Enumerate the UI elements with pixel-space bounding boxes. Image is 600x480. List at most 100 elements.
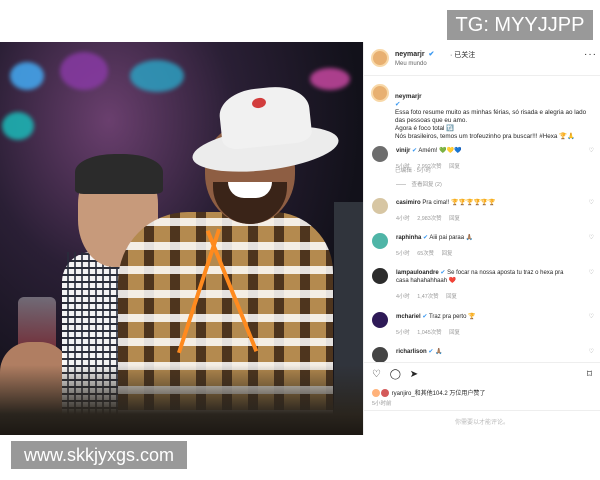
avatar[interactable] bbox=[371, 84, 389, 102]
caption-username[interactable]: neymarjr bbox=[395, 93, 422, 100]
avatar[interactable] bbox=[371, 49, 389, 67]
comment-icon[interactable]: ◯ bbox=[390, 369, 401, 380]
commenter-username[interactable]: mchariel bbox=[396, 314, 421, 320]
comment-likes[interactable]: 65次赞 bbox=[417, 251, 434, 257]
comment-item: richarlison ✔ 🙏🏽 ♡ bbox=[364, 347, 600, 363]
verified-icon: ✔ bbox=[440, 270, 446, 276]
comment-time: 5小时 bbox=[396, 251, 410, 257]
comment-meta: 5小时 2,992次赞 回复 bbox=[396, 162, 460, 170]
comment-time: 4小时 bbox=[396, 216, 410, 222]
bokeh-light bbox=[10, 62, 44, 90]
commenter-username[interactable]: vinijr bbox=[396, 148, 410, 154]
caption-body: Essa foto resume muito as minhas férias,… bbox=[395, 109, 587, 140]
heart-icon[interactable]: ♡ bbox=[589, 234, 594, 241]
commenter-avatar[interactable] bbox=[372, 268, 388, 284]
comment-text: mchariel ✔ Traz pra perto 🏆 bbox=[396, 313, 576, 321]
commenter-username[interactable]: lampauloandre bbox=[396, 270, 439, 276]
comment-meta: 4小时 1,47次赞 回复 bbox=[396, 292, 457, 300]
comment-item: mchariel ✔ Traz pra perto 🏆 5小时 1,045次赞 … bbox=[364, 312, 600, 342]
likes-text[interactable]: ryanjiro_和其他104.2 万位用户赞了 bbox=[392, 391, 486, 397]
post-sidebar: neymarjr ✔ · 已关注 Meu mundo ··· neymarjr … bbox=[363, 42, 600, 435]
comment-time: 5小时 bbox=[396, 164, 410, 170]
heart-icon[interactable]: ♡ bbox=[589, 313, 594, 320]
caption-text: neymarjr ✔ Essa foto resume muito as min… bbox=[395, 85, 591, 141]
commenter-avatar[interactable] bbox=[372, 233, 388, 249]
comment-body: Amém! 💚💛💙 bbox=[418, 148, 462, 154]
save-icon[interactable]: ⌑ bbox=[587, 369, 592, 380]
photo-shadow bbox=[0, 365, 363, 435]
white-hat bbox=[217, 83, 313, 151]
post-photo bbox=[0, 42, 363, 435]
comment-body: Aiii pai paraa 🙏🏽 bbox=[429, 235, 474, 241]
post-time: 5小时前 bbox=[372, 401, 392, 407]
commenter-avatar[interactable] bbox=[372, 198, 388, 214]
post-actions: ♡ ◯ ➤ ⌑ ryanjiro_和其他104.2 万位用户赞了 5小时前 bbox=[364, 362, 600, 410]
commenter-avatar[interactable] bbox=[372, 347, 388, 363]
commenter-avatar[interactable] bbox=[372, 312, 388, 328]
comment-meta: 5小时 65次赞 回复 bbox=[396, 249, 452, 257]
likes-summary[interactable]: ryanjiro_和其他104.2 万位用户赞了 bbox=[372, 388, 486, 398]
commenter-avatar[interactable] bbox=[372, 146, 388, 162]
verified-icon: ✔ bbox=[395, 101, 401, 108]
heart-icon[interactable]: ♡ bbox=[589, 348, 594, 355]
comment-item: raphinha ✔ Aiii pai paraa 🙏🏽 5小时 65次赞 回复… bbox=[364, 233, 600, 263]
comment-item: lampauloandre ✔ Se focar na nossa aposta… bbox=[364, 268, 600, 304]
comment-time: 5小时 bbox=[396, 330, 410, 336]
comment-meta: 4小时 2,983次赞 回复 bbox=[396, 214, 460, 222]
comment-text: raphinha ✔ Aiii pai paraa 🙏🏽 bbox=[396, 234, 576, 242]
comment-body: Pra cima!! 🏆🏆🏆🏆🏆🏆 bbox=[422, 200, 496, 206]
add-comment-bar[interactable]: 你需要以才能评论。 bbox=[364, 410, 600, 435]
comment-body: 🙏🏽 bbox=[435, 349, 443, 355]
reply-link[interactable]: 回复 bbox=[449, 164, 460, 170]
watermark-top-right: TG: MYYJJPP bbox=[447, 10, 593, 40]
post-header: neymarjr ✔ · 已关注 Meu mundo ··· bbox=[364, 42, 600, 76]
share-icon[interactable]: ➤ bbox=[410, 369, 418, 380]
follow-status[interactable]: · 已关注 bbox=[450, 50, 475, 60]
bokeh-light bbox=[60, 52, 108, 90]
comment-text: casimiro Pra cima!! 🏆🏆🏆🏆🏆🏆 bbox=[396, 199, 576, 207]
liker-avatar bbox=[381, 389, 389, 398]
post-username[interactable]: neymarjr ✔ bbox=[395, 50, 434, 58]
replies-label[interactable]: 查看回复 (2) bbox=[412, 182, 442, 188]
like-icon[interactable]: ♡ bbox=[372, 369, 381, 380]
comment-likes[interactable]: 2,983次赞 bbox=[417, 216, 441, 222]
bokeh-light bbox=[310, 68, 350, 90]
comment-item: vinijr ✔ Amém! 💚💛💙 5小时 2,992次赞 回复 ♡ bbox=[364, 146, 600, 176]
heart-icon[interactable]: ♡ bbox=[589, 269, 594, 276]
verified-icon: ✔ bbox=[412, 148, 418, 154]
commenter-username[interactable]: casimiro bbox=[396, 200, 421, 206]
commenter-username[interactable]: raphinha bbox=[396, 235, 421, 241]
comment-text: richarlison ✔ 🙏🏽 bbox=[396, 348, 576, 356]
comment-likes[interactable]: 1,47次赞 bbox=[417, 294, 438, 300]
username-text[interactable]: neymarjr bbox=[395, 51, 425, 58]
more-icon[interactable]: ··· bbox=[584, 49, 597, 60]
replies-divider bbox=[396, 184, 406, 186]
bokeh-light bbox=[130, 60, 184, 92]
comment-likes[interactable]: 1,045次赞 bbox=[417, 330, 441, 336]
verified-icon: ✔ bbox=[428, 349, 434, 355]
reply-link[interactable]: 回复 bbox=[449, 216, 460, 222]
comment-meta: 5小时 1,045次赞 回复 bbox=[396, 328, 460, 336]
comment-likes[interactable]: 2,992次赞 bbox=[417, 164, 441, 170]
reply-link[interactable]: 回复 bbox=[446, 294, 457, 300]
verified-icon: ✔ bbox=[428, 51, 435, 58]
friend-hair bbox=[75, 154, 163, 194]
commenter-username[interactable]: richarlison bbox=[396, 349, 427, 355]
post-location[interactable]: Meu mundo bbox=[395, 61, 427, 67]
action-icons: ♡ ◯ ➤ bbox=[372, 369, 424, 380]
view-replies[interactable]: 查看回复 (2) bbox=[396, 180, 442, 188]
comment-text: lampauloandre ✔ Se focar na nossa aposta… bbox=[396, 269, 576, 285]
verified-icon: ✔ bbox=[422, 314, 428, 320]
liker-avatar bbox=[372, 389, 380, 398]
reply-link[interactable]: 回复 bbox=[442, 251, 453, 257]
watermark-bottom-left: www.skkjyxgs.com bbox=[11, 441, 187, 469]
comment-body: Traz pra perto 🏆 bbox=[428, 314, 476, 320]
verified-icon: ✔ bbox=[423, 235, 429, 241]
screen: neymarjr ✔ · 已关注 Meu mundo ··· neymarjr … bbox=[0, 0, 600, 480]
heart-icon[interactable]: ♡ bbox=[589, 147, 594, 154]
comment-time: 4小时 bbox=[396, 294, 410, 300]
bokeh-light bbox=[2, 112, 34, 140]
heart-icon[interactable]: ♡ bbox=[589, 199, 594, 206]
reply-link[interactable]: 回复 bbox=[449, 330, 460, 336]
comment-item: casimiro Pra cima!! 🏆🏆🏆🏆🏆🏆 4小时 2,983次赞 回… bbox=[364, 198, 600, 228]
